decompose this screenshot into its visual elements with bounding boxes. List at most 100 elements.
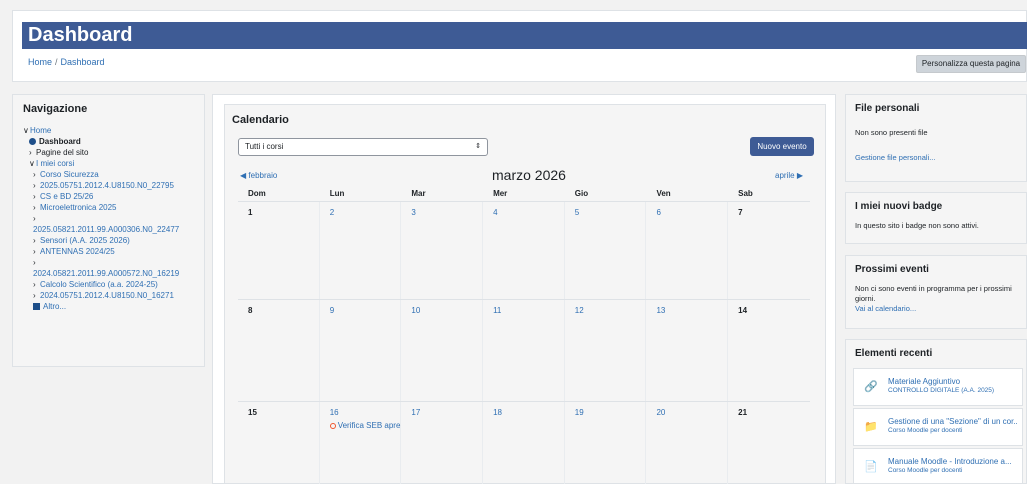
calendar-day[interactable]: 18 (483, 402, 565, 484)
page: Dashboard Home / Dashboard Personalizza qu… (0, 0, 1027, 484)
nav-course[interactable]: › Sensori (A.A. 2025 2026) (23, 235, 205, 246)
calendar-week: 15 16 Verifica SEB apre 17 18 19 20 21 (238, 402, 810, 484)
chevron-right-icon: › (33, 203, 36, 212)
upcoming-events-block: Prossimi eventi Non ci sono eventi in pr… (845, 255, 1027, 329)
navigation-tree: ∨Home Dashboard › Pagine del sito ∨I miei… (23, 125, 205, 312)
select-arrow-icon: ⇕ (475, 143, 481, 150)
dashboard-icon (29, 138, 36, 145)
arrow-right-icon: ▶ (796, 171, 803, 180)
prev-month-link[interactable]: ◀ febbraio (240, 171, 277, 180)
month-title: marzo 2026 (492, 167, 566, 183)
nav-course[interactable]: › Microelettronica 2025 (23, 202, 205, 213)
badges-text: In questo sito i badge non sono attivi. (855, 221, 979, 230)
calendar-day[interactable]: 9 (320, 300, 402, 401)
breadcrumb-home[interactable]: Home (28, 57, 52, 67)
weekday: Mer (493, 189, 508, 198)
navigation-block: Navigazione ∨Home Dashboard › Pagine del … (12, 94, 205, 367)
chevron-right-icon: › (33, 291, 36, 300)
calendar-day[interactable]: 5 (565, 202, 647, 299)
nav-course[interactable]: › 2024.05751.2012.4.U8150.N0_16271 (23, 290, 205, 301)
folder-icon: 📁 (864, 421, 878, 433)
breadcrumb-dashboard[interactable]: Dashboard (61, 57, 105, 67)
nav-course[interactable]: › CS e BD 25/26 (23, 191, 205, 202)
calendar-grid: Dom Lun Mar Mer Gio Ven Sab 1 2 3 4 5 6 … (238, 186, 810, 484)
weekday: Mar (411, 189, 426, 198)
nav-more[interactable]: Altro... (23, 301, 205, 312)
nav-course[interactable]: › ANTENNAS 2024/25 (23, 246, 205, 257)
calendar-day[interactable]: 15 (238, 402, 320, 484)
chevron-right-icon: › (33, 170, 36, 179)
nav-site-pages[interactable]: › Pagine del sito (23, 147, 205, 158)
page-title: Dashboard (28, 24, 133, 46)
go-to-calendar-link[interactable]: Vai al calendario... (846, 304, 1026, 313)
weekday: Lun (329, 189, 345, 198)
chevron-right-icon: › (33, 236, 36, 245)
weekday: Sab (738, 189, 753, 198)
recent-item[interactable]: 📄 Manuale Moodle - Introduzione a... Cor… (853, 448, 1023, 484)
nav-my-courses[interactable]: ∨I miei corsi (23, 158, 205, 169)
chevron-right-icon: › (33, 214, 36, 223)
nav-course[interactable]: › 2025.05751.2012.4.U8150.N0_22795 (23, 180, 205, 191)
recent-title: Elementi recenti (855, 348, 933, 359)
calendar-day[interactable]: 2 (320, 202, 402, 299)
upcoming-text: Non ci sono eventi in programma per i pr… (855, 284, 1012, 303)
event-open-icon (329, 423, 336, 429)
more-icon (33, 303, 40, 310)
upcoming-title: Prossimi eventi (855, 264, 929, 275)
recent-item[interactable]: 🔗 Materiale Aggiuntivo CONTROLLO DIGITAL… (853, 368, 1023, 406)
calendar-day[interactable]: 19 (565, 402, 647, 484)
calendar-event[interactable]: Verifica SEB apre (329, 421, 400, 430)
navigation-title: Navigazione (23, 103, 88, 115)
chevron-right-icon: › (33, 247, 36, 256)
calendar-day[interactable]: 7 (728, 202, 810, 299)
link-icon: 🔗 (864, 381, 878, 393)
chevron-right-icon: › (33, 192, 36, 201)
weekday-header: Dom Lun Mar Mer Gio Ven Sab (238, 186, 810, 202)
calendar-day[interactable]: 14 (728, 300, 810, 401)
chevron-right-icon: › (33, 258, 36, 267)
chevron-down-icon: ∨ (23, 126, 29, 135)
calendar-title: Calendario (232, 114, 289, 126)
recent-item[interactable]: 📁 Gestione di una "Sezione" di un cor...… (853, 408, 1023, 446)
weekday: Ven (656, 189, 671, 198)
calendar-week: 8 9 10 11 12 13 14 (238, 300, 810, 402)
nav-course-code[interactable]: 2025.05821.2011.99.A000306.N0_22477 (23, 224, 205, 235)
chevron-right-icon: › (33, 280, 36, 289)
nav-course-code[interactable]: 2024.05821.2011.99.A000572.N0_16219 (23, 268, 205, 279)
calendar-day[interactable]: 10 (401, 300, 484, 401)
calendar-day[interactable]: 21 (728, 402, 810, 484)
arrow-left-icon: ◀ (240, 171, 247, 180)
new-event-button[interactable]: Nuovo evento (750, 137, 814, 156)
nav-course[interactable]: › Calcolo Scientifico (a.a. 2024-25) (23, 279, 205, 290)
calendar-day[interactable]: 3 (401, 202, 484, 299)
course-filter-select[interactable]: Tutti i corsi ⇕ (238, 138, 488, 156)
calendar-day[interactable]: 16 Verifica SEB apre (320, 402, 402, 484)
chevron-right-icon: › (29, 148, 32, 157)
calendar-day[interactable]: 13 (646, 300, 729, 401)
breadcrumb: Home / Dashboard (28, 57, 105, 67)
calendar-day[interactable]: 12 (565, 300, 647, 401)
course-filter-value: Tutti i corsi (245, 142, 284, 151)
calendar-day[interactable]: 6 (646, 202, 729, 299)
calendar-day[interactable]: 17 (401, 402, 484, 484)
calendar-day[interactable]: 4 (483, 202, 565, 299)
chevron-right-icon: › (33, 181, 36, 190)
calendar-day[interactable]: 11 (483, 300, 565, 401)
calendar-day[interactable]: 8 (238, 300, 320, 401)
private-files-block: File personali Non sono presenti file Ge… (845, 94, 1027, 182)
customize-page-button[interactable]: Personalizza questa pagina (916, 55, 1026, 73)
manage-files-link[interactable]: Gestione file personali... (846, 153, 1026, 162)
private-files-title: File personali (855, 103, 920, 114)
nav-home[interactable]: ∨Home (23, 125, 205, 136)
nav-dashboard[interactable]: Dashboard (23, 136, 205, 147)
calendar-day[interactable]: 20 (646, 402, 729, 484)
badges-block: I miei nuovi badge In questo sito i badg… (845, 192, 1027, 244)
nav-course[interactable]: › Corso Sicurezza (23, 169, 205, 180)
nav-course[interactable]: › (23, 213, 205, 224)
next-month-link[interactable]: aprile ▶ (775, 171, 803, 180)
nav-course[interactable]: › (23, 257, 205, 268)
badges-title: I miei nuovi badge (855, 201, 943, 212)
private-files-empty: Non sono presenti file (855, 128, 928, 137)
page-title-bar: Dashboard (22, 22, 1027, 49)
calendar-day[interactable]: 1 (238, 202, 320, 299)
